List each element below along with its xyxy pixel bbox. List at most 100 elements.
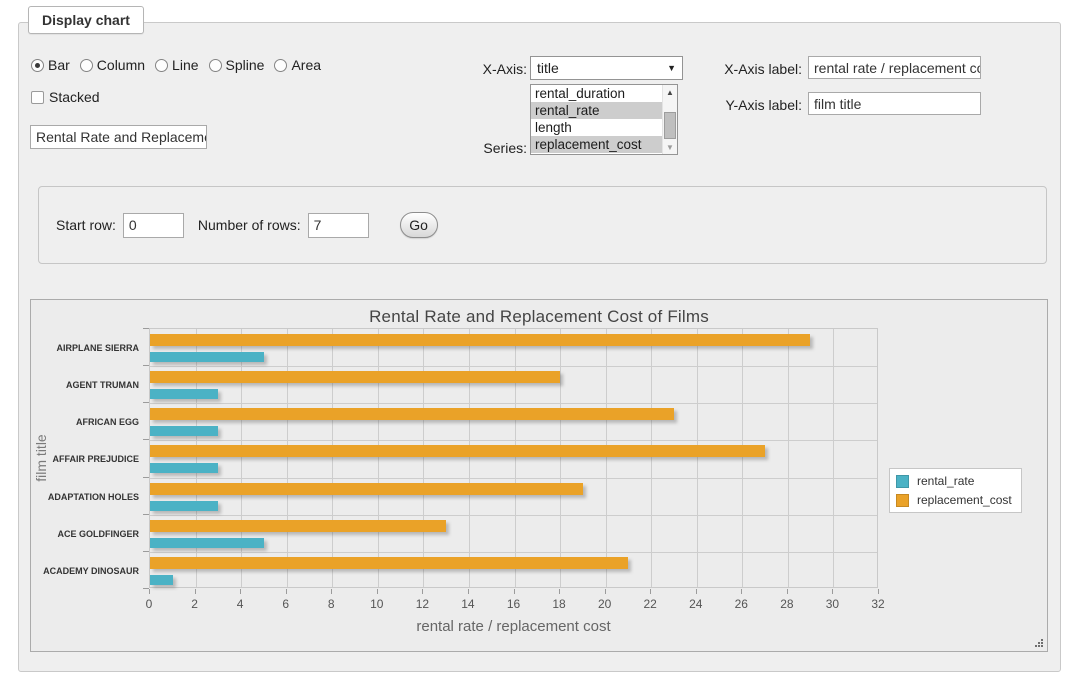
- x-tick-label: 2: [191, 597, 198, 611]
- radio-bar-icon[interactable]: [31, 59, 44, 72]
- radio-spline-icon[interactable]: [209, 59, 222, 72]
- y-gridline: [150, 515, 877, 516]
- x-tick-label: 24: [689, 597, 702, 611]
- scrollbar-up-icon[interactable]: ▲: [663, 85, 677, 99]
- bar-rental_rate: [150, 501, 218, 511]
- x-gridline: [560, 329, 561, 587]
- x-tick-label: 10: [370, 597, 383, 611]
- stacked-checkbox-row[interactable]: Stacked: [31, 89, 100, 105]
- radio-line-icon[interactable]: [155, 59, 168, 72]
- chart-title: Rental Rate and Replacement Cost of Film…: [31, 307, 1047, 327]
- legend-item-rental_rate: rental_rate: [896, 474, 1012, 488]
- x-gridline: [287, 329, 288, 587]
- bar-replacement_cost: [150, 483, 583, 495]
- chart-title-input[interactable]: Rental Rate and Replacemer: [30, 125, 207, 149]
- x-tick-mark: [149, 589, 150, 594]
- number-of-rows-label: Number of rows:: [198, 217, 301, 233]
- series-option-rental_duration[interactable]: rental_duration: [531, 85, 662, 102]
- radio-label: Column: [97, 57, 145, 73]
- x-tick-mark: [559, 589, 560, 594]
- chart-type-option-bar[interactable]: Bar: [31, 57, 70, 73]
- x-tick-mark: [377, 589, 378, 594]
- chart-legend: rental_rate replacement_cost: [889, 468, 1022, 513]
- category-label: ACE GOLDFINGER: [31, 529, 139, 539]
- x-tick-label: 26: [735, 597, 748, 611]
- chart-type-option-line[interactable]: Line: [155, 57, 198, 73]
- x-tick-mark: [286, 589, 287, 594]
- y-axis-label-input[interactable]: film title: [808, 92, 981, 115]
- series-option-rental_rate[interactable]: rental_rate: [531, 102, 662, 119]
- x-tick-label: 18: [552, 597, 565, 611]
- series-select-label: Series:: [440, 140, 527, 156]
- x-tick-mark: [605, 589, 606, 594]
- x-tick-label: 6: [282, 597, 289, 611]
- series-option-replacement_cost[interactable]: replacement_cost: [531, 136, 662, 153]
- stacked-checkbox[interactable]: [31, 91, 44, 104]
- start-row-label: Start row:: [56, 217, 116, 233]
- legend-swatch-replacement_cost: [896, 494, 909, 507]
- radio-label: Area: [291, 57, 321, 73]
- number-of-rows-input[interactable]: 7: [308, 213, 369, 238]
- x-gridline: [332, 329, 333, 587]
- bar-rental_rate: [150, 575, 173, 585]
- chart-type-option-column[interactable]: Column: [80, 57, 145, 73]
- x-gridline: [833, 329, 834, 587]
- bar-replacement_cost: [150, 334, 810, 346]
- legend-swatch-rental_rate: [896, 475, 909, 488]
- chart-type-option-area[interactable]: Area: [274, 57, 321, 73]
- go-button[interactable]: Go: [400, 212, 438, 238]
- y-tick-mark: [143, 365, 149, 366]
- x-tick-label: 22: [644, 597, 657, 611]
- x-tick-mark: [331, 589, 332, 594]
- x-gridline: [196, 329, 197, 587]
- stacked-label: Stacked: [49, 89, 100, 105]
- radio-area-icon[interactable]: [274, 59, 287, 72]
- x-axis-label-input[interactable]: rental rate / replacement cost: [808, 56, 981, 79]
- y-tick-mark: [143, 328, 149, 329]
- y-tick-mark: [143, 477, 149, 478]
- radio-label: Spline: [226, 57, 265, 73]
- y-gridline: [150, 403, 877, 404]
- y-tick-mark: [143, 588, 149, 589]
- resize-handle-icon[interactable]: [1032, 636, 1044, 648]
- bar-replacement_cost: [150, 408, 674, 420]
- dropdown-arrow-icon: ▼: [667, 63, 676, 73]
- x-tick-label: 12: [416, 597, 429, 611]
- category-label: AFRICAN EGG: [31, 417, 139, 427]
- bar-replacement_cost: [150, 520, 446, 532]
- bar-rental_rate: [150, 538, 264, 548]
- chart-x-axis-title: rental rate / replacement cost: [149, 618, 878, 635]
- radio-label: Line: [172, 57, 198, 73]
- x-tick-mark: [696, 589, 697, 594]
- scrollbar-thumb[interactable]: [664, 112, 676, 139]
- series-multiselect[interactable]: rental_durationrental_ratelengthreplacem…: [530, 84, 678, 155]
- x-tick-mark: [468, 589, 469, 594]
- start-row-input[interactable]: 0: [123, 213, 184, 238]
- page: Display chart Bar Column Line Spline Area St…: [0, 0, 1081, 681]
- category-label: AGENT TRUMAN: [31, 380, 139, 390]
- y-gridline: [150, 478, 877, 479]
- x-axis-selected-value: title: [537, 60, 559, 76]
- series-options: rental_durationrental_ratelengthreplacem…: [531, 85, 662, 154]
- bar-rental_rate: [150, 426, 218, 436]
- x-tick-mark: [422, 589, 423, 594]
- legend-label: replacement_cost: [917, 493, 1012, 507]
- x-gridline: [423, 329, 424, 587]
- x-tick-label: 28: [780, 597, 793, 611]
- x-tick-mark: [240, 589, 241, 594]
- row-range-panel: Start row: 0 Number of rows: 7 Go: [38, 186, 1047, 264]
- chart-container: Rental Rate and Replacement Cost of Film…: [30, 299, 1048, 652]
- x-tick-mark: [650, 589, 651, 594]
- series-option-length[interactable]: length: [531, 119, 662, 136]
- bar-replacement_cost: [150, 557, 628, 569]
- y-tick-mark: [143, 551, 149, 552]
- chart-type-option-spline[interactable]: Spline: [209, 57, 265, 73]
- series-scrollbar[interactable]: ▲ ▼: [662, 85, 677, 154]
- fieldset-legend: Display chart: [28, 6, 144, 34]
- legend-item-replacement_cost: replacement_cost: [896, 493, 1012, 507]
- scrollbar-down-icon[interactable]: ▼: [663, 140, 677, 154]
- y-tick-mark: [143, 439, 149, 440]
- x-tick-label: 16: [507, 597, 520, 611]
- radio-column-icon[interactable]: [80, 59, 93, 72]
- x-axis-select[interactable]: title ▼: [530, 56, 683, 80]
